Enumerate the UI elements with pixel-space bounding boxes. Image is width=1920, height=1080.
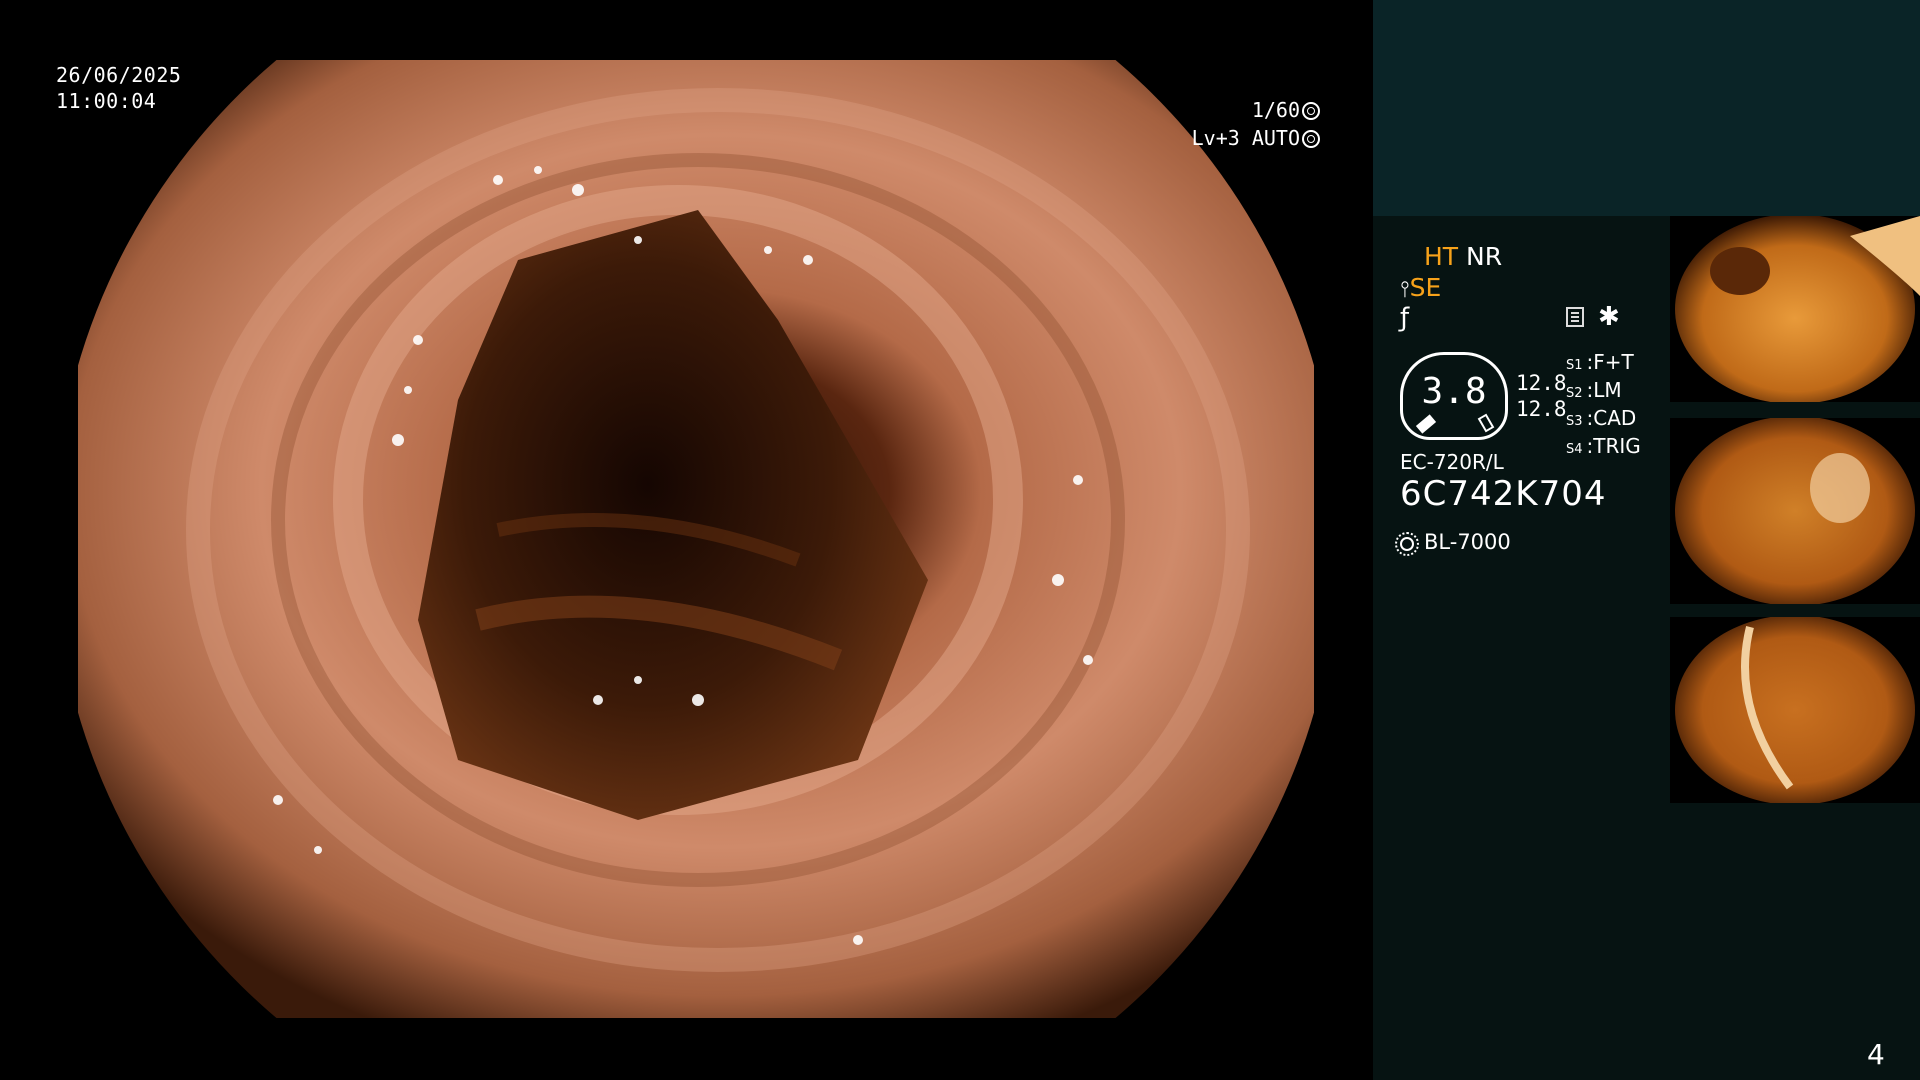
zoom-badge: 3.8 (1400, 352, 1508, 440)
zoom-value: 3.8 (1421, 371, 1487, 412)
light-source-icon (1395, 532, 1419, 556)
shutter-text: 1/60 (1251, 98, 1300, 122)
switch-id: S3 (1566, 414, 1583, 429)
zoom-tele-icon (1477, 413, 1495, 433)
switch-value: CAD (1593, 406, 1637, 430)
page-number: 4 (1867, 1038, 1885, 1071)
switch-value: F+T (1593, 350, 1634, 374)
switch-list: S1:F+T S2:LM S3:CAD S4:TRIG (1566, 350, 1641, 462)
light-source-row: BL-7000 (1395, 530, 1511, 556)
switch-row: S4:TRIG (1566, 434, 1641, 458)
menu-icon (1566, 307, 1584, 327)
endoscope-image (78, 60, 1314, 1018)
structure-enhance-icon: ⫯ (1400, 277, 1410, 302)
time-text: 11:00:04 (56, 89, 157, 113)
exposure-info: 1/60 Lv+3 AUTO (1120, 96, 1320, 152)
thumbnail-capture[interactable] (1670, 216, 1920, 402)
switch-row: S3:CAD (1566, 406, 1637, 430)
switch-id: S4 (1566, 442, 1583, 457)
thumbnail-capture[interactable] (1670, 617, 1920, 803)
zoom-number: 12.8 (1516, 397, 1567, 421)
se-label: SE (1409, 273, 1442, 302)
endoscope-view: 26/06/2025 11:00:04 1/60 Lv+3 AUTO (0, 0, 1372, 1080)
zoom-numbers: 12.8 12.8 (1516, 370, 1567, 422)
thumbnail-capture[interactable] (1670, 418, 1920, 604)
star-icon: ✱ (1598, 302, 1620, 332)
switch-id: S2 (1566, 386, 1583, 401)
ht-nr-row: HT NR (1424, 242, 1502, 271)
level-text: Lv+3 AUTO (1191, 126, 1300, 150)
date-time: 26/06/2025 11:00:04 (56, 62, 181, 114)
date-text: 26/06/2025 (56, 63, 182, 87)
side-panel-header (1373, 0, 1920, 216)
zoom-number: 12.8 (1516, 371, 1567, 395)
auto-iris-icon (1302, 130, 1320, 148)
ht-label: HT (1424, 242, 1459, 271)
scope-model: EC-720R/L (1400, 450, 1504, 474)
light-source-label: BL-7000 (1424, 530, 1511, 554)
switch-value: TRIG (1593, 434, 1641, 458)
se-row: ⫯SE (1400, 273, 1441, 302)
scope-serial: 6C742K704 (1400, 474, 1607, 514)
filter-icon: ƒ (1400, 303, 1410, 333)
switch-id: S1 (1566, 358, 1583, 373)
switch-value: LM (1593, 378, 1622, 402)
shutter-icon (1302, 102, 1320, 120)
switch-row: S1:F+T (1566, 350, 1634, 374)
zoom-wide-icon (1415, 414, 1437, 434)
switch-row: S2:LM (1566, 378, 1622, 402)
nr-label: NR (1466, 242, 1503, 271)
